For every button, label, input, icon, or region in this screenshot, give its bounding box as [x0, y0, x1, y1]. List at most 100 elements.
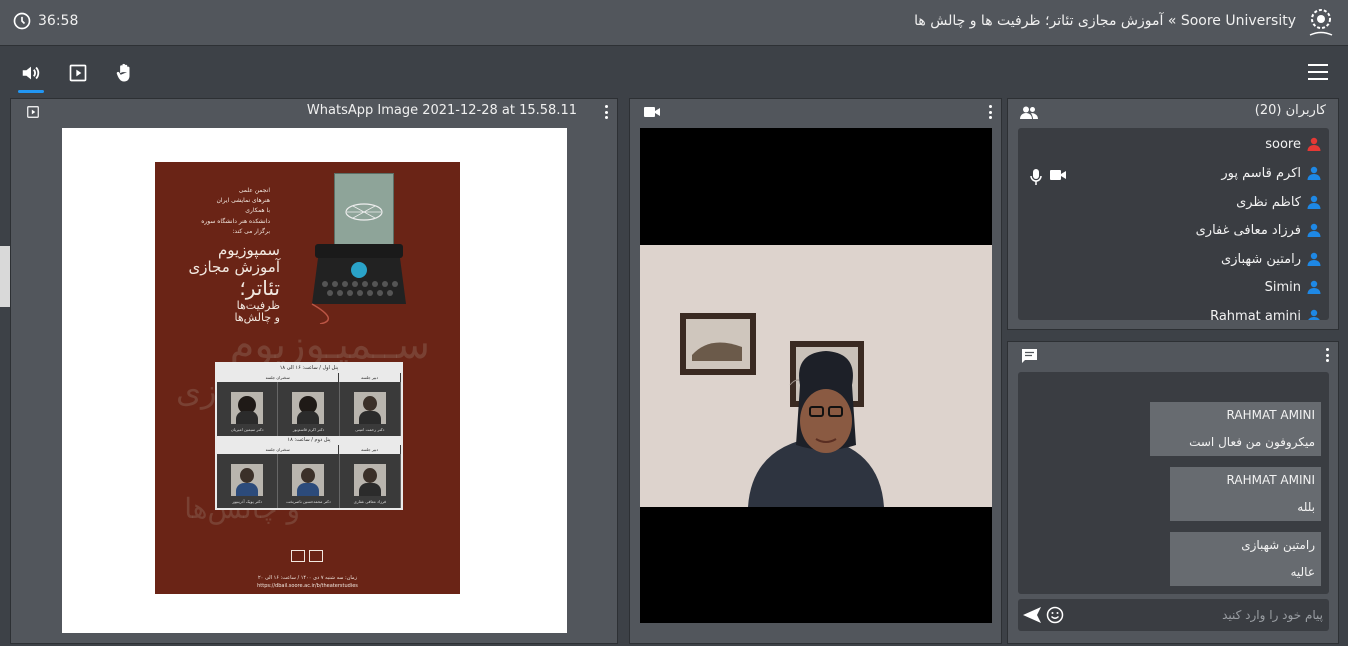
chat-message: رامتین شهبازی عالیه	[1170, 532, 1321, 586]
chat-composer	[1018, 599, 1329, 631]
poster-footer: زمان: سه شنبه ۷ دی ۱۴۰۰ / ساعت: ۱۶ الی ۲…	[155, 575, 460, 590]
user-row[interactable]: Simin	[1265, 275, 1321, 299]
presentation-header: WhatsApp Image 2021-12-28 at 15.58.11	[11, 99, 617, 125]
user-row[interactable]: soore	[1265, 132, 1321, 156]
user-icon	[1307, 137, 1321, 151]
poster-url: https://dbail.soore.ac.ir/b/theaterstudi…	[257, 582, 358, 589]
user-name: رامتین شهبازی	[1221, 251, 1301, 267]
raise-hand-button[interactable]	[112, 60, 138, 86]
speaker-name: دکتر پوپک آذرینپور	[232, 499, 263, 504]
presentation-panel: WhatsApp Image 2021-12-28 at 15.58.11 سـ…	[10, 98, 618, 644]
presentation-options-icon[interactable]	[605, 105, 609, 119]
poster-headline-line: تئاتر؛	[239, 275, 280, 300]
speaker-name: دکتر محمدحسین ناصربخت	[286, 499, 331, 504]
speaker-name: فرزاد معافی غفاری	[353, 499, 387, 504]
video-camera-icon	[644, 107, 660, 117]
meeting-title: Soore University » آموزش مجازی تئاتر؛ ظر…	[914, 13, 1296, 29]
user-row[interactable]: Rahmat amini	[1210, 304, 1321, 320]
video-options-icon[interactable]	[989, 105, 993, 119]
user-row[interactable]: فرزاد معافی غفاری	[1196, 218, 1321, 242]
presentation-panel-icon	[27, 106, 39, 118]
chat-message: RAHMAT AMINI میکروفون من فعال است	[1150, 402, 1321, 456]
speaker-name: دکتر اکرم قاسم‌پور	[292, 427, 325, 432]
chat-input-field[interactable]	[1070, 604, 1323, 626]
speaker-name: دکتر رحمت امینی	[355, 427, 385, 432]
chat-text: عالیه	[1290, 565, 1315, 579]
speakers-header: سخنران جلسه	[217, 373, 340, 382]
chat-header	[1008, 342, 1338, 368]
speaker-photo	[353, 464, 386, 496]
emoji-icon[interactable]	[1046, 606, 1064, 624]
speaker-card: دکتر پوپک آذرینپور	[217, 454, 279, 508]
user-icon	[1307, 252, 1321, 266]
users-count-title: کاربران (20)	[1254, 103, 1326, 118]
user-icon	[1307, 195, 1321, 209]
speaker-card: دکتر محمدحسین ناصربخت	[278, 454, 340, 508]
panel1-column-headers: سخنران جلسه دبیر جلسه	[217, 373, 401, 382]
audio-button[interactable]	[18, 60, 44, 93]
user-name: اکرم قاسم پور	[1221, 165, 1301, 181]
speaker-photo	[292, 464, 325, 496]
panel2-column-headers: سخنران جلسه دبیر جلسه	[217, 445, 401, 454]
raise-hand-icon	[116, 63, 130, 82]
user-icon	[1308, 309, 1320, 320]
speaker-photo	[231, 464, 264, 496]
users-list[interactable]: soore اکرم قاسم پور کاظم نظری فرزاد معاف…	[1018, 128, 1329, 320]
speaker-card: دکتر سیمین امیریان	[217, 382, 279, 436]
poster-schedule-table: پنل اول / ساعت: ۱۶ الی ۱۸ سخنران جلسه دب…	[215, 362, 403, 510]
poster-footer-logos	[291, 550, 323, 562]
chat-options-icon[interactable]	[1326, 348, 1330, 362]
poster-headline-line: و چالش‌ها	[234, 311, 281, 325]
clock-icon	[13, 12, 31, 30]
user-name: soore	[1265, 136, 1301, 152]
panel1-title: پنل اول / ساعت: ۱۶ الی ۱۸	[217, 364, 401, 373]
speaker-name: دکتر سیمین امیریان	[230, 427, 264, 432]
user-status-icons	[1030, 169, 1066, 185]
chat-text: بلله	[1297, 500, 1315, 514]
user-name: Simin	[1264, 279, 1301, 295]
chat-sender: RAHMAT AMINI	[1226, 473, 1315, 487]
chat-message: RAHMAT AMINI بلله	[1170, 467, 1321, 521]
speaker-photo	[353, 392, 386, 424]
send-icon[interactable]	[1022, 606, 1042, 624]
user-row[interactable]: کاظم نظری	[1236, 190, 1321, 214]
poster-org-line: با همکاری	[245, 207, 270, 215]
chat-sender: RAHMAT AMINI	[1226, 408, 1315, 422]
user-row[interactable]: اکرم قاسم پور	[1221, 161, 1321, 185]
user-icon	[1307, 166, 1321, 180]
presentation-button[interactable]	[65, 60, 91, 86]
video-header	[630, 99, 1001, 125]
video-panel	[629, 98, 1002, 644]
users-panel: کاربران (20) soore اکرم قاسم پور کاظم نظ…	[1007, 98, 1339, 330]
webcam-on-icon	[1050, 170, 1066, 180]
timer-value: 36:58	[38, 13, 79, 29]
event-poster: ســمپـوزیوم آمـوزش مجـازی تئاتـر و چالش‌…	[155, 162, 460, 594]
user-row[interactable]: رامتین شهبازی	[1221, 247, 1321, 271]
user-icon	[1307, 280, 1321, 294]
poster-org-line: هنرهای نمایشی ایران	[216, 197, 271, 205]
presentation-filename: WhatsApp Image 2021-12-28 at 15.58.11	[306, 103, 577, 118]
panel1-people-row: دکتر سیمین امیریان دکتر اکرم قاسم‌پور دک…	[217, 382, 401, 436]
user-name: Rahmat amini	[1210, 308, 1301, 321]
poster-organizers: انجمن علمی هنرهای نمایشی ایران با همکاری…	[170, 186, 270, 237]
moderator-header: دبیر جلسه	[339, 445, 401, 454]
hamburger-menu-icon[interactable]	[1308, 63, 1330, 81]
chat-sender: رامتین شهبازی	[1241, 538, 1315, 552]
poster-headline-line: آموزش مجازی	[188, 258, 280, 277]
chat-icon	[1022, 349, 1037, 363]
poster-headline-line: سمپوزیوم	[218, 241, 280, 259]
moderator-header: دبیر جلسه	[339, 373, 401, 382]
user-name: کاظم نظری	[1236, 194, 1301, 210]
poster-org-line: دانشکده هنر دانشگاه سوره	[201, 217, 270, 225]
chat-panel: RAHMAT AMINI میکروفون من فعال است RAHMAT…	[1007, 341, 1339, 644]
slide-canvas: ســمپـوزیوم آمـوزش مجـازی تئاتـر و چالش‌…	[62, 128, 567, 633]
user-icon	[1307, 223, 1321, 237]
webcam-scene	[640, 245, 992, 507]
speaker-card: دکتر اکرم قاسم‌پور	[278, 382, 340, 436]
speaker-icon	[22, 66, 40, 80]
users-icon	[1020, 106, 1038, 119]
poster-typewriter-illustration	[311, 244, 406, 324]
session-timer: 36:58	[12, 11, 78, 31]
moderator-card: دکتر رحمت امینی	[340, 382, 401, 436]
chat-messages[interactable]: RAHMAT AMINI میکروفون من فعال است RAHMAT…	[1018, 372, 1329, 594]
